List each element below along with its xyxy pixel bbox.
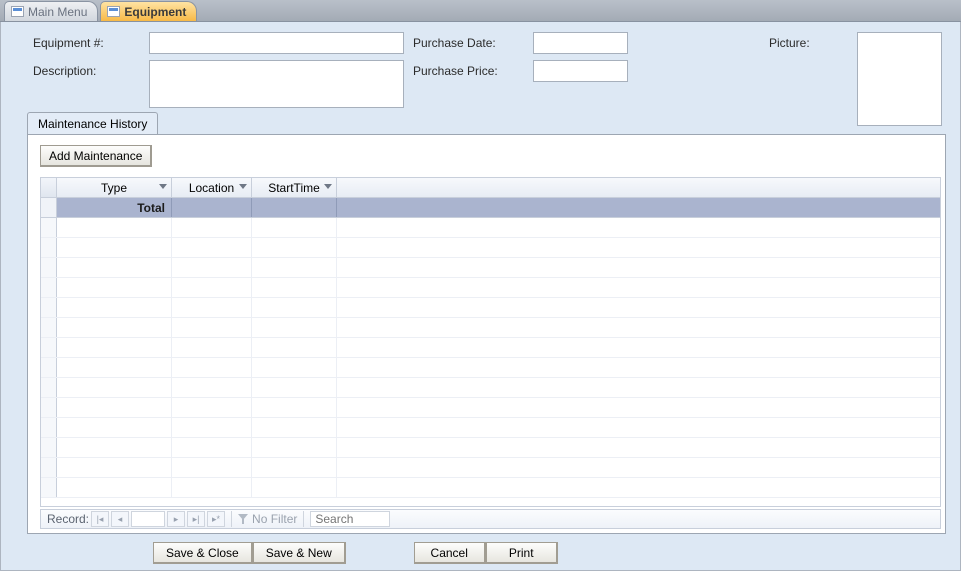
tab-equipment[interactable]: Equipment (100, 1, 197, 21)
prev-record-button[interactable]: ◂ (111, 511, 129, 527)
tab-main-menu-label: Main Menu (28, 5, 87, 19)
tab-main-menu[interactable]: Main Menu (4, 1, 98, 21)
row-selector[interactable] (41, 198, 57, 217)
column-header-type[interactable]: Type (57, 178, 172, 197)
funnel-icon (238, 514, 248, 524)
column-header-blank (337, 178, 940, 197)
purchase-date-label: Purchase Date: (413, 36, 496, 50)
column-header-location[interactable]: Location (172, 178, 252, 197)
filter-indicator[interactable]: No Filter (238, 512, 297, 526)
form-icon (107, 6, 120, 17)
filter-label: No Filter (252, 512, 297, 526)
grid-body[interactable] (41, 218, 940, 506)
equipment-number-input[interactable] (149, 32, 404, 54)
dropdown-icon (324, 184, 332, 189)
save-new-button[interactable]: Save & New (253, 542, 346, 564)
description-input[interactable] (149, 60, 404, 108)
grid-total-row: Total (41, 198, 940, 218)
current-record-input[interactable] (131, 511, 165, 527)
total-location-cell (172, 198, 252, 217)
column-header-type-label: Type (101, 181, 127, 195)
add-maintenance-label: Add Maintenance (49, 149, 142, 163)
first-record-button[interactable]: |◂ (91, 511, 109, 527)
dropdown-icon (239, 184, 247, 189)
column-header-starttime-label: StartTime (268, 181, 320, 195)
total-starttime-cell (252, 198, 337, 217)
picture-label: Picture: (769, 36, 810, 50)
save-close-button[interactable]: Save & Close (153, 542, 253, 564)
record-label: Record: (47, 512, 89, 526)
maintenance-grid: Type Location StartTime Total (40, 177, 941, 507)
tab-maintenance-history[interactable]: Maintenance History (27, 112, 158, 135)
total-label: Total (137, 201, 165, 215)
separator (231, 511, 232, 527)
total-label-cell: Total (57, 198, 172, 217)
print-button[interactable]: Print (486, 542, 558, 564)
description-label: Description: (33, 64, 96, 78)
tab-maintenance-history-label: Maintenance History (38, 117, 147, 131)
purchase-date-input[interactable] (533, 32, 628, 54)
search-input[interactable] (310, 511, 390, 527)
purchase-price-input[interactable] (533, 60, 628, 82)
equipment-form: Equipment #: Description: Purchase Date:… (0, 22, 961, 571)
maintenance-subform: Add Maintenance Type Location StartTime (27, 134, 946, 534)
tab-equipment-label: Equipment (124, 5, 186, 19)
picture-box[interactable] (857, 32, 942, 126)
document-tabs: Main Menu Equipment (0, 0, 961, 22)
grid-header: Type Location StartTime (41, 178, 940, 198)
last-record-button[interactable]: ▸| (187, 511, 205, 527)
column-header-starttime[interactable]: StartTime (252, 178, 337, 197)
record-navigator: Record: |◂ ◂ ▸ ▸| ▸* No Filter (40, 509, 941, 529)
new-record-button[interactable]: ▸* (207, 511, 225, 527)
equipment-number-label: Equipment #: (33, 36, 104, 50)
row-selector-header[interactable] (41, 178, 57, 197)
form-footer-buttons: Save & Close Save & New Cancel Print (153, 542, 558, 564)
add-maintenance-button[interactable]: Add Maintenance (40, 145, 152, 167)
purchase-price-label: Purchase Price: (413, 64, 498, 78)
next-record-button[interactable]: ▸ (167, 511, 185, 527)
separator (303, 511, 304, 527)
column-header-location-label: Location (189, 181, 234, 195)
form-icon (11, 6, 24, 17)
dropdown-icon (159, 184, 167, 189)
cancel-button[interactable]: Cancel (414, 542, 486, 564)
